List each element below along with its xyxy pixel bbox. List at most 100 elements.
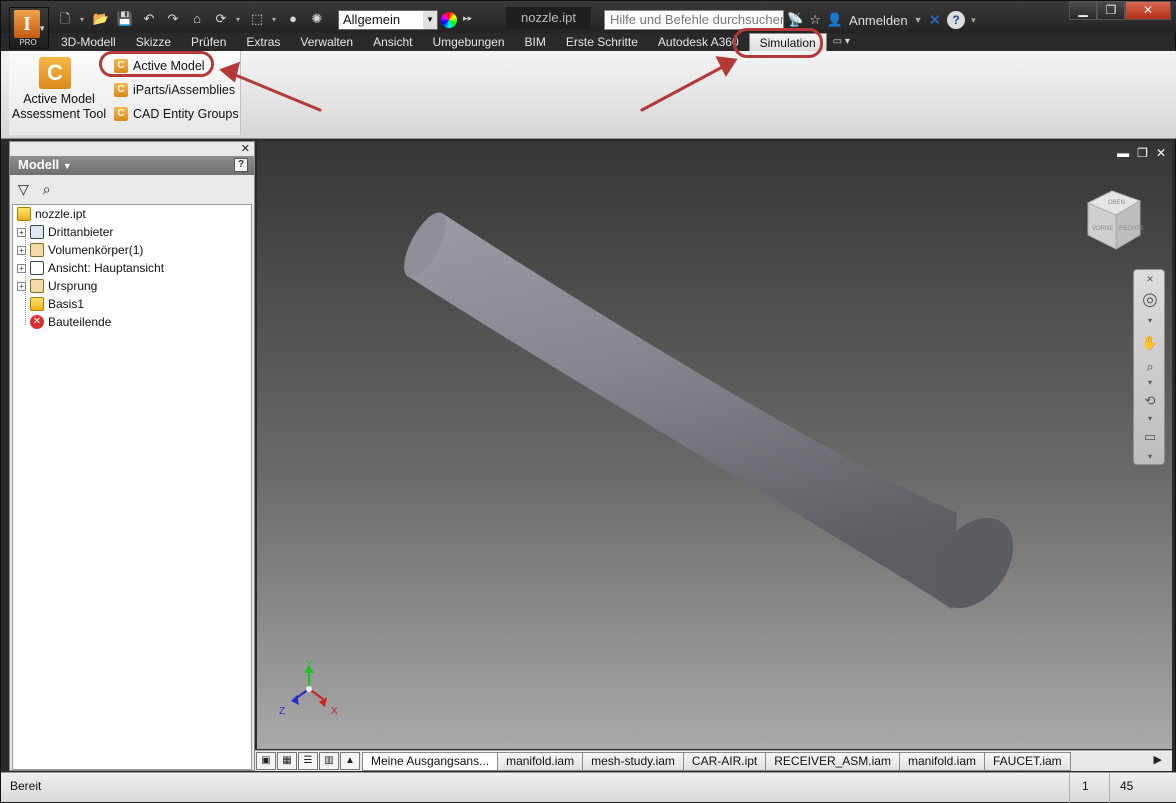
steering-wheel-icon[interactable]: ◎ xyxy=(1141,290,1159,308)
help-search-input[interactable]: Hilfe und Befehle durchsuchen... xyxy=(604,10,784,30)
favorites-star-icon[interactable]: ☆ xyxy=(809,12,821,28)
chevron-down-icon[interactable]: ▾ xyxy=(1141,410,1159,428)
tree-node-third-party[interactable]: + Drittanbieter xyxy=(17,223,113,241)
account-tools: 📡 ☆ 👤 Anmelden ▼ ✕ ? ▾ xyxy=(787,10,976,30)
model-geometry[interactable]: Y X Z xyxy=(257,141,1172,749)
tab-manage[interactable]: Verwalten xyxy=(290,33,363,51)
filter-icon[interactable]: ▽ xyxy=(18,181,29,198)
help-icon[interactable]: ? xyxy=(947,11,966,29)
iparts-iassemblies-button[interactable]: C iParts/iAssemblies xyxy=(111,80,238,100)
tab-bim[interactable]: BIM xyxy=(515,33,556,51)
doc-tab-manifold[interactable]: manifold.iam xyxy=(497,751,584,771)
update-icon[interactable]: ⟳ xyxy=(212,10,230,28)
tree-node-view[interactable]: + Ansicht: Hauptansicht xyxy=(17,259,164,277)
doc-tab-car-air[interactable]: CAR-AIR.ipt xyxy=(682,751,767,771)
new-file-icon[interactable]: 🗋 xyxy=(56,10,74,28)
expand-icon[interactable]: + xyxy=(17,227,26,237)
workspace-select[interactable]: Allgemein ▼ xyxy=(338,10,438,30)
tile-vertical-icon[interactable]: ▥ xyxy=(319,752,339,770)
redo-icon[interactable]: ↷ xyxy=(164,10,182,28)
tree-node-end-of-part[interactable]: ✕ Bauteilende xyxy=(30,313,111,331)
graphics-viewport[interactable]: ▬ ❐ ✕ Y X Z OBEN VORNE RECHTS ✕ ◎ ▾ ✋ ⌕ … xyxy=(257,141,1172,749)
tab-inspect[interactable]: Prüfen xyxy=(181,33,236,51)
tab-view[interactable]: Ansicht xyxy=(363,33,422,51)
select-icon[interactable]: ⬚ xyxy=(248,10,266,28)
pan-hand-icon[interactable]: ✋ xyxy=(1141,334,1159,352)
home-icon[interactable]: ⌂ xyxy=(188,10,206,28)
tab-get-started[interactable]: Erste Schritte xyxy=(556,33,648,51)
document-tab-bar: ▣ ▦ ☰ ▥ ▲ Meine Ausgangsans... manifold.… xyxy=(255,750,1172,771)
chevron-down-icon[interactable]: ▾ xyxy=(1141,312,1159,330)
viewcube[interactable]: OBEN VORNE RECHTS xyxy=(1082,185,1146,253)
expand-icon[interactable]: + xyxy=(17,281,26,291)
chevron-down-icon[interactable]: ▾ xyxy=(971,15,976,26)
inventor-logo-icon: I xyxy=(14,10,40,38)
more-tools-icon[interactable]: ▸▸ xyxy=(463,13,472,24)
close-icon[interactable]: ✕ xyxy=(241,142,250,155)
sign-in-button[interactable]: Anmelden xyxy=(849,13,908,28)
chevron-down-icon[interactable]: ▼ xyxy=(914,15,923,25)
tree-node-solid-bodies[interactable]: + Volumenkörper(1) xyxy=(17,241,143,259)
user-icon[interactable]: 👤 xyxy=(827,12,843,28)
cad-entity-groups-button[interactable]: C CAD Entity Groups xyxy=(111,104,242,124)
tree-node-base[interactable]: Basis1 xyxy=(30,295,84,313)
chevron-down-icon[interactable]: ▾ xyxy=(1141,374,1159,392)
tab-tools[interactable]: Extras xyxy=(236,33,290,51)
edition-badge: PRO xyxy=(19,38,37,47)
application-window: I PRO ▼ 🗋 ▾ 📂 💾 ↶ ↷ ⌂ ⟳ ▾ ⬚ ▾ ● ✺ Allgem… xyxy=(0,0,1176,803)
doc-tab-faucet[interactable]: FAUCET.iam xyxy=(984,751,1071,771)
tab-environments[interactable]: Umgebungen xyxy=(422,33,514,51)
third-party-icon xyxy=(30,225,44,239)
exchange-apps-icon[interactable]: ✕ xyxy=(929,11,942,29)
highlight-simulation-tab xyxy=(733,28,823,58)
viewcube-top-label: OBEN xyxy=(1108,200,1125,206)
doc-tab-mesh-study[interactable]: mesh-study.iam xyxy=(582,751,684,771)
chevron-down-icon[interactable]: ▼ xyxy=(423,11,437,29)
appearance-icon[interactable]: ✺ xyxy=(308,10,326,28)
dropdown-icon[interactable]: ▾ xyxy=(80,15,86,24)
nozzle-body[interactable] xyxy=(409,213,957,609)
application-menu-button[interactable]: I PRO ▼ xyxy=(9,7,49,49)
orbit-icon[interactable]: ⟲ xyxy=(1141,392,1159,410)
title-bar: I PRO ▼ 🗋 ▾ 📂 💾 ↶ ↷ ⌂ ⟳ ▾ ⬚ ▾ ● ✺ Allgem… xyxy=(1,1,1176,49)
dropdown-icon[interactable]: ▾ xyxy=(236,15,242,24)
tree-node-origin[interactable]: + Ursprung xyxy=(17,277,97,295)
chevron-down-icon[interactable]: ▾ xyxy=(1141,448,1159,466)
tab-3d-model[interactable]: 3D-Modell xyxy=(51,33,126,51)
doc-tab-manifold-2[interactable]: manifold.iam xyxy=(898,751,985,771)
maximize-icon[interactable]: ❐ xyxy=(1097,1,1125,20)
cascade-icon[interactable]: ▣ xyxy=(256,752,276,770)
expand-icon[interactable]: + xyxy=(17,263,26,273)
help-icon[interactable]: ? xyxy=(234,158,248,172)
tile-grid-icon[interactable]: ▦ xyxy=(277,752,297,770)
color-wheel-icon[interactable] xyxy=(441,12,457,28)
save-icon[interactable]: 💾 xyxy=(116,10,134,28)
chevron-down-icon: ▼ xyxy=(62,161,72,171)
status-text: Bereit xyxy=(10,779,42,793)
status-bar: Bereit 1 45 xyxy=(1,772,1176,803)
ribbon-options-icon[interactable]: ▭ ▾ xyxy=(827,33,856,51)
undo-icon[interactable]: ↶ xyxy=(140,10,158,28)
doc-tab-home-view[interactable]: Meine Ausgangsans... xyxy=(362,751,499,771)
chevron-up-icon[interactable]: ▲ xyxy=(340,752,360,770)
part-icon xyxy=(17,207,31,221)
tab-sketch[interactable]: Skizze xyxy=(126,33,181,51)
material-icon[interactable]: ● xyxy=(284,10,302,28)
open-folder-icon[interactable]: 📂 xyxy=(92,10,110,28)
find-binoculars-icon[interactable]: ⌕ xyxy=(43,181,51,198)
satellite-icon[interactable]: 📡 xyxy=(787,12,803,28)
y-axis-label: Y xyxy=(306,659,313,670)
scroll-right-icon[interactable]: ▶ xyxy=(1154,753,1162,766)
document-title: nozzle.ipt xyxy=(506,7,591,29)
expand-icon[interactable]: + xyxy=(17,245,26,255)
look-at-icon[interactable]: ▭ xyxy=(1141,428,1159,446)
window-controls: ▁ ❐ ✕ xyxy=(1069,1,1171,20)
tile-horizontal-icon[interactable]: ☰ xyxy=(298,752,318,770)
dropdown-icon[interactable]: ▾ xyxy=(272,15,278,24)
doc-tab-receiver-asm[interactable]: RECEIVER_ASM.iam xyxy=(765,751,900,771)
close-icon[interactable]: ✕ xyxy=(1125,1,1171,20)
browser-header[interactable]: Modell ▼ ? xyxy=(10,156,254,175)
close-icon[interactable]: ✕ xyxy=(1141,270,1159,288)
tree-node-root[interactable]: nozzle.ipt xyxy=(17,205,86,223)
minimize-icon[interactable]: ▁ xyxy=(1069,1,1097,20)
